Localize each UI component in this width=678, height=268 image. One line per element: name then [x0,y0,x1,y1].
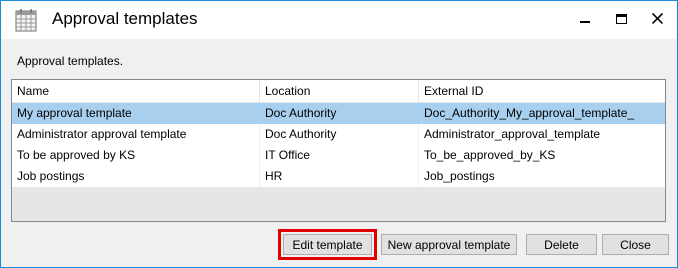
title-bar[interactable]: Approval templates [1,1,677,39]
cell-location: Doc Authority [260,124,419,145]
table-row[interactable]: Administrator approval template Doc Auth… [12,124,665,145]
maximize-icon [615,11,627,29]
cell-location: IT Office [260,145,419,166]
maximize-button[interactable] [603,1,639,39]
close-button[interactable]: Close [602,234,669,255]
close-icon [651,11,663,29]
table-row[interactable]: My approval template Doc Authority Doc_A… [12,103,665,124]
window-close-button[interactable] [639,1,675,39]
table-row[interactable]: Job postings HR Job_postings [12,166,665,187]
minimize-button[interactable] [567,1,603,39]
cell-location: Doc Authority [260,103,419,124]
table-row[interactable]: To be approved by KS IT Office To_be_app… [12,145,665,166]
cell-external-id: Doc_Authority_My_approval_template_ [424,106,635,120]
templates-grid[interactable]: Name Location External ID My approval te… [11,79,666,222]
cell-external-id: Administrator_approval_template [424,127,601,141]
edit-template-highlight [278,229,377,260]
cell-location: HR [260,166,419,187]
dialog-title: Approval templates [52,9,198,28]
column-header-location[interactable]: Location [260,80,419,102]
cell-name: My approval template [12,103,260,124]
cell-name: To be approved by KS [12,145,260,166]
delete-button[interactable]: Delete [526,234,597,255]
cell-name: Administrator approval template [12,124,260,145]
column-header-name[interactable]: Name [12,80,260,102]
dialog-description: Approval templates. [17,54,124,68]
cell-external-id: Job_postings [424,169,495,183]
cell-name: Job postings [12,166,260,187]
approval-templates-dialog: Approval templates Approval templates. N… [0,0,678,268]
cell-external-id: To_be_approved_by_KS [424,148,556,162]
column-header-external-id[interactable]: External ID [419,80,665,102]
grid-header: Name Location External ID [12,80,665,103]
minimize-icon [580,11,590,29]
new-approval-template-button[interactable]: New approval template [381,234,517,255]
calendar-grid-icon [15,8,37,32]
